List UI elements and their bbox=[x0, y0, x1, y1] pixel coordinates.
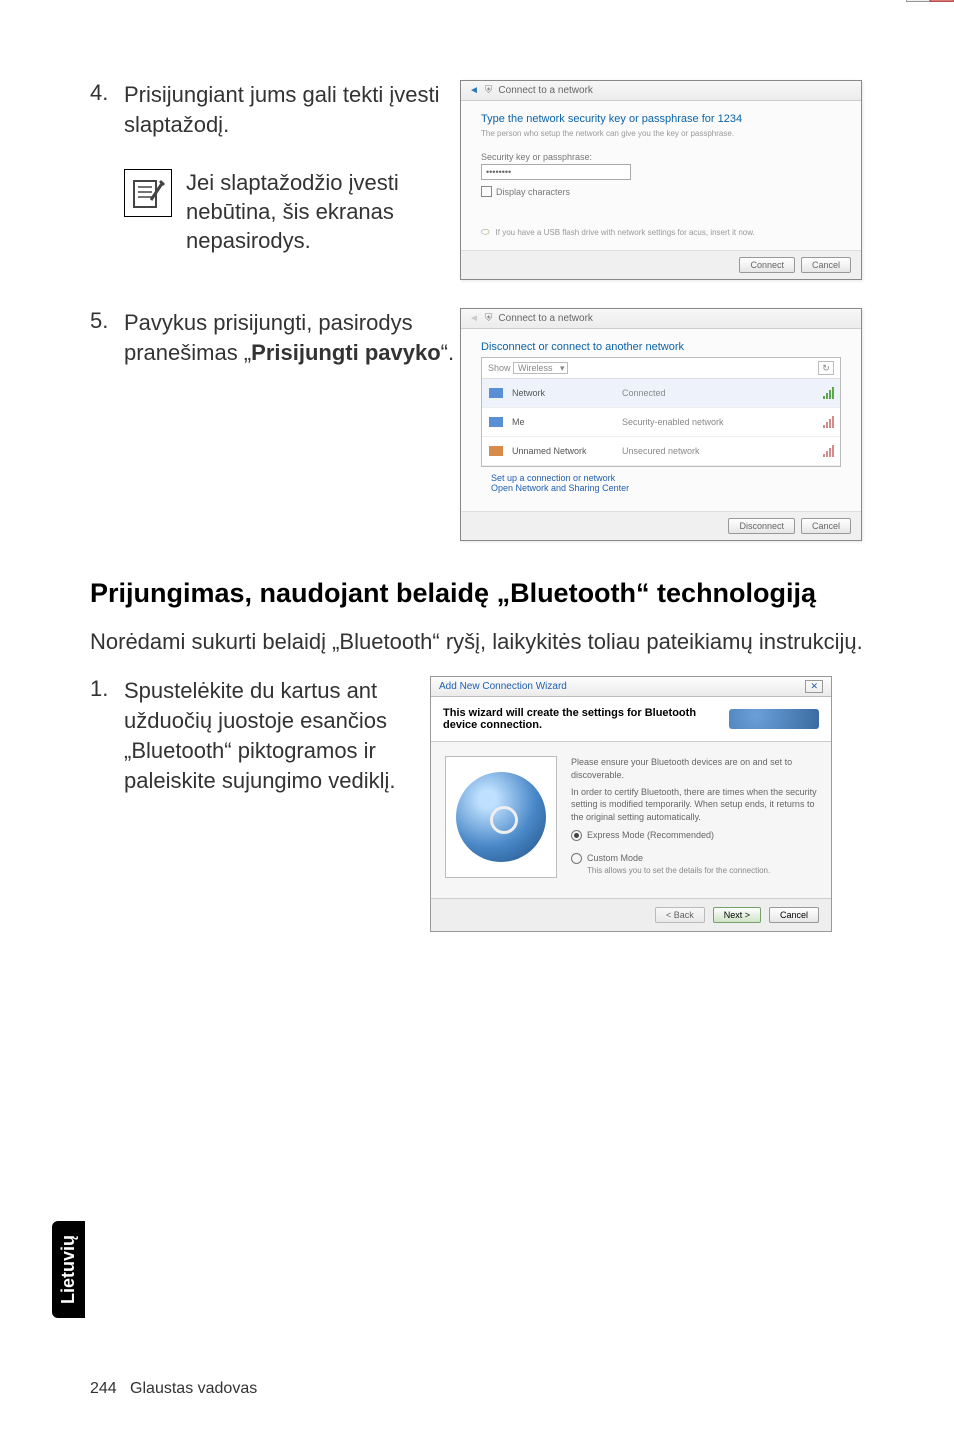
bt-orb-graphic bbox=[445, 756, 557, 878]
cancel-button[interactable]: Cancel bbox=[801, 518, 851, 534]
express-mode-radio[interactable] bbox=[571, 830, 582, 841]
step1-text: Spustelėkite du kartus ant užduočių juos… bbox=[124, 676, 430, 795]
bt-banner: This wizard will create the settings for… bbox=[443, 707, 729, 731]
back-icon[interactable]: ◄ bbox=[469, 85, 479, 96]
minimize-button[interactable]: — bbox=[906, 0, 930, 2]
section-heading: Prijungimas, naudojant belaidę „Bluetoot… bbox=[90, 577, 884, 611]
custom-mode-sub: This allows you to set the details for t… bbox=[587, 865, 770, 876]
bt-close-button[interactable]: ✕ bbox=[805, 680, 823, 693]
show-label: Show bbox=[488, 363, 511, 373]
bt-title: Add New Connection Wizard bbox=[439, 681, 567, 692]
express-mode-label: Express Mode (Recommended) bbox=[587, 829, 714, 842]
bt-body-line2: In order to certify Bluetooth, there are… bbox=[571, 786, 817, 824]
step5-number: 5. bbox=[90, 308, 124, 334]
custom-mode-label: Custom Mode bbox=[587, 852, 770, 865]
dialog1-title: Connect to a network bbox=[498, 85, 593, 96]
key-label: Security key or passphrase: bbox=[481, 152, 841, 162]
note-icon bbox=[124, 169, 172, 217]
back-button[interactable]: < Back bbox=[655, 907, 705, 923]
step4-text: Prisijungiant jums gali tekti įvesti sla… bbox=[124, 80, 460, 139]
network-row[interactable]: Network Connected bbox=[482, 379, 840, 408]
section-body: Norėdami sukurti belaidį „Bluetooth“ ryš… bbox=[90, 627, 884, 657]
custom-mode-radio[interactable] bbox=[571, 853, 582, 864]
wifi-icon bbox=[488, 416, 504, 428]
back-icon[interactable]: ◄ bbox=[469, 313, 479, 324]
network-list-dialog: — ✕ ◄ ⛨ Connect to a network Disconnect … bbox=[460, 308, 862, 541]
wifi-icon bbox=[488, 387, 504, 399]
network-row[interactable]: Unnamed Network Unsecured network bbox=[482, 437, 840, 466]
network-key-dialog: — ✕ ◄ ⛨ Connect to a network Type the ne… bbox=[460, 80, 862, 280]
note-text: Jei slaptažodžio įvesti nebūtina, šis ek… bbox=[186, 169, 460, 255]
bt-banner-graphic bbox=[729, 709, 819, 729]
refresh-button[interactable]: ↻ bbox=[818, 361, 834, 375]
net-icon: ⛨ bbox=[485, 85, 493, 96]
language-tab: Lietuvių bbox=[52, 1221, 85, 1318]
step4-number: 4. bbox=[90, 80, 124, 106]
sharing-center-link[interactable]: Open Network and Sharing Center bbox=[491, 483, 831, 493]
disconnect-button[interactable]: Disconnect bbox=[728, 518, 795, 534]
usb-icon: ⬭ bbox=[481, 227, 490, 238]
bt-body-line1: Please ensure your Bluetooth devices are… bbox=[571, 756, 817, 781]
connect-button[interactable]: Connect bbox=[739, 257, 795, 273]
dialog2-title: Connect to a network bbox=[498, 313, 593, 324]
net-icon: ⛨ bbox=[485, 313, 493, 324]
cancel-button[interactable]: Cancel bbox=[769, 907, 819, 923]
dialog2-heading: Disconnect or connect to another network bbox=[481, 341, 841, 353]
dialog1-sub: The person who setup the network can giv… bbox=[481, 129, 841, 138]
setup-link[interactable]: Set up a connection or network bbox=[491, 473, 831, 483]
dialog1-heading: Type the network security key or passphr… bbox=[481, 113, 841, 125]
network-row[interactable]: Me Security-enabled network bbox=[482, 408, 840, 437]
display-chars-checkbox[interactable] bbox=[481, 186, 492, 197]
next-button[interactable]: Next > bbox=[713, 907, 761, 923]
page-footer: 244 Glaustas vadovas bbox=[90, 1380, 257, 1398]
key-input[interactable]: •••••••• bbox=[481, 164, 631, 180]
show-dropdown[interactable]: Wireless ▾ bbox=[513, 362, 568, 374]
cancel-button[interactable]: Cancel bbox=[801, 257, 851, 273]
display-chars-label: Display characters bbox=[496, 187, 570, 197]
usb-hint: If you have a USB flash drive with netwo… bbox=[496, 228, 755, 237]
wifi-icon bbox=[488, 445, 504, 457]
close-button[interactable]: ✕ bbox=[930, 0, 954, 2]
step5-text: Pavykus prisijungti, pasirodys pranešima… bbox=[124, 308, 460, 367]
step1-number: 1. bbox=[90, 676, 124, 702]
bluetooth-wizard-dialog: Add New Connection Wizard ✕ This wizard … bbox=[430, 676, 832, 932]
